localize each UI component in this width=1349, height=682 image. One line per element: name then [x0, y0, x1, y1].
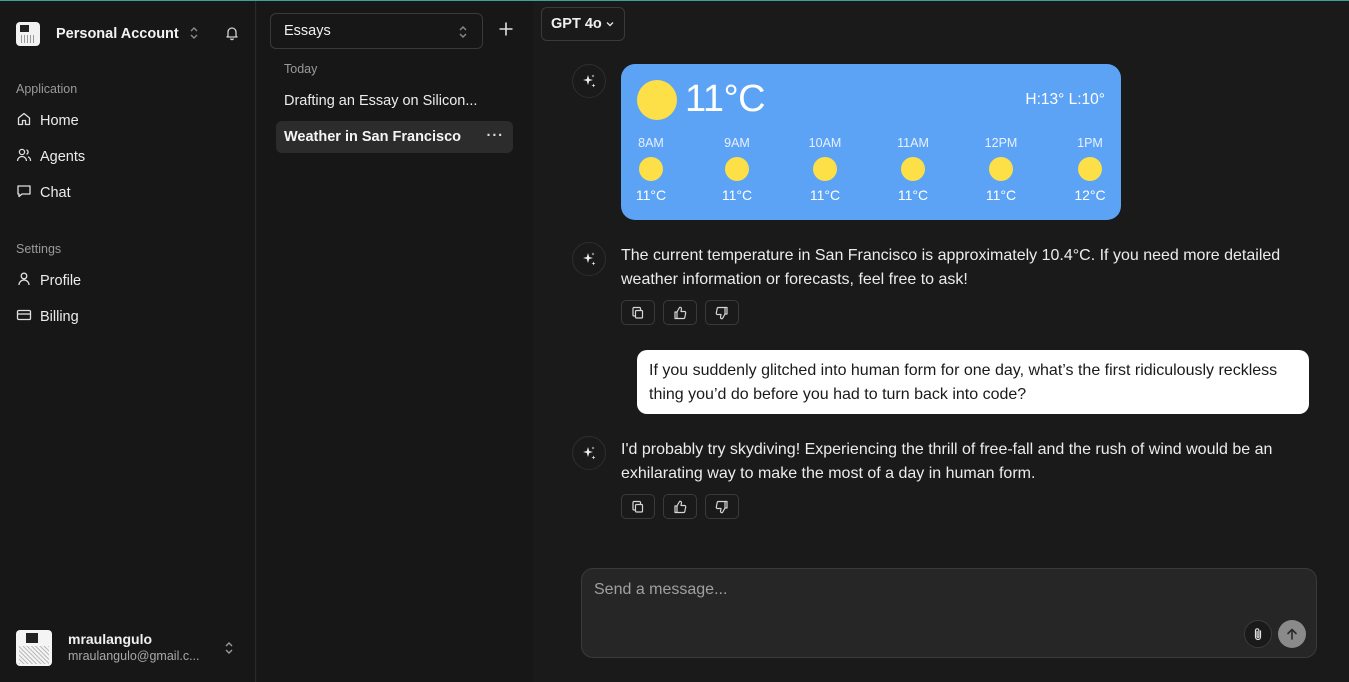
- hour-temp: 11°C: [897, 187, 929, 203]
- hour-temp: 11°C: [985, 187, 1017, 203]
- message-actions: [621, 300, 739, 325]
- model-selector[interactable]: GPT 4o: [541, 7, 625, 41]
- hour-temp: 11°C: [635, 187, 667, 203]
- hour-time: 12PM: [984, 136, 1018, 150]
- thumbs-down-icon: [715, 500, 728, 513]
- sidebar: Personal Account Application Home Agents…: [0, 1, 256, 682]
- weather-high-low: H:13° L:10°: [1025, 91, 1105, 108]
- sun-icon: [725, 157, 749, 181]
- home-icon: [16, 111, 40, 131]
- chevron-down-icon: [606, 22, 614, 27]
- sun-icon: [637, 80, 677, 120]
- sidebar-item-home[interactable]: Home: [16, 110, 240, 132]
- hour-time: 10AM: [808, 136, 842, 150]
- folder-select[interactable]: Essays: [270, 13, 483, 49]
- section-label-application: Application: [16, 82, 78, 96]
- assistant-sparkle-icon: [572, 436, 606, 470]
- hour-temp: 12°C: [1074, 187, 1106, 203]
- copy-button[interactable]: [621, 300, 655, 325]
- sidebar-item-label: Profile: [40, 273, 82, 289]
- chat-item-title: Drafting an Essay on Silicon...: [284, 93, 478, 109]
- attach-button[interactable]: [1244, 620, 1272, 648]
- sun-icon: [639, 157, 663, 181]
- weather-current-temp: 11°C: [685, 78, 766, 120]
- chevron-up-down-icon: [189, 26, 199, 43]
- avatar: [16, 630, 52, 666]
- assistant-sparkle-icon: [572, 64, 606, 98]
- assistant-sparkle-icon: [572, 242, 606, 276]
- hour-time: 11AM: [897, 136, 929, 150]
- hourly-forecast-item: 11AM 11°C: [888, 136, 938, 203]
- plus-icon: [499, 22, 513, 36]
- arrow-up-icon: [1287, 628, 1297, 640]
- hour-time: 9AM: [724, 136, 750, 150]
- sidebar-item-profile[interactable]: Profile: [16, 270, 240, 292]
- user-icon: [16, 271, 40, 291]
- chat-group-label: Today: [284, 62, 318, 76]
- paperclip-icon: [1254, 628, 1262, 641]
- hourly-forecast-item: 8AM 11°C: [626, 136, 676, 203]
- sidebar-item-label: Agents: [40, 149, 86, 165]
- new-chat-button[interactable]: [498, 21, 514, 42]
- copy-button[interactable]: [621, 494, 655, 519]
- copy-icon: [632, 500, 644, 513]
- chat-main: GPT 4o 11°C H:13° L:10° 8AM 11°C 9AM 11°…: [533, 1, 1349, 682]
- user-email: mraulangulo@gmail.c...: [68, 648, 200, 663]
- users-icon: [16, 147, 40, 167]
- thumbs-down-icon: [715, 306, 728, 319]
- account-switcher[interactable]: Personal Account: [16, 21, 240, 47]
- chat-list-panel: Essays Today Drafting an Essay on Silico…: [257, 1, 533, 682]
- bell-icon[interactable]: [224, 25, 240, 46]
- hourly-forecast-item: 9AM 11°C: [712, 136, 762, 203]
- hourly-forecast-item: 1PM 12°C: [1065, 136, 1115, 203]
- message-composer: [581, 568, 1317, 658]
- sidebar-item-agents[interactable]: Agents: [16, 146, 240, 168]
- user-menu[interactable]: mraulangulo mraulangulo@gmail.c...: [16, 630, 240, 666]
- sun-icon: [901, 157, 925, 181]
- sidebar-item-label: Billing: [40, 309, 79, 325]
- thumbs-down-button[interactable]: [705, 494, 739, 519]
- sidebar-item-label: Home: [40, 113, 79, 129]
- chevron-up-down-icon: [458, 25, 468, 43]
- thumbs-up-button[interactable]: [663, 300, 697, 325]
- sidebar-item-chat[interactable]: Chat: [16, 182, 240, 204]
- send-button[interactable]: [1278, 620, 1306, 648]
- model-label: GPT 4o: [551, 16, 602, 32]
- sun-icon: [813, 157, 837, 181]
- hourly-forecast-item: 12PM 11°C: [976, 136, 1026, 203]
- message-icon: [16, 183, 40, 203]
- chat-item-title: Weather in San Francisco: [284, 129, 462, 145]
- hour-temp: 11°C: [809, 187, 841, 203]
- user-message: If you suddenly glitched into human form…: [637, 350, 1309, 414]
- assistant-message: The current temperature in San Francisco…: [621, 247, 1281, 288]
- hour-time: 8AM: [638, 136, 664, 150]
- chat-item[interactable]: Drafting an Essay on Silicon...: [276, 85, 513, 117]
- assistant-message: I'd probably try skydiving! Experiencing…: [621, 441, 1273, 482]
- thumbs-up-icon: [674, 500, 687, 513]
- hourly-forecast-item: 10AM 11°C: [800, 136, 850, 203]
- thumbs-up-icon: [674, 306, 687, 319]
- more-options-icon[interactable]: ···: [487, 128, 505, 144]
- sun-icon: [1078, 157, 1102, 181]
- user-name: mraulangulo: [68, 631, 153, 648]
- message-actions: [621, 494, 739, 519]
- section-label-settings: Settings: [16, 242, 62, 256]
- thumbs-down-button[interactable]: [705, 300, 739, 325]
- account-logo: [16, 22, 40, 46]
- credit-card-icon: [16, 307, 40, 327]
- sidebar-item-label: Chat: [40, 185, 71, 201]
- chat-item-active[interactable]: Weather in San Francisco ···: [276, 121, 513, 153]
- folder-select-value: Essays: [284, 23, 331, 39]
- hour-time: 1PM: [1077, 136, 1103, 150]
- sidebar-item-billing[interactable]: Billing: [16, 306, 240, 328]
- hour-temp: 11°C: [721, 187, 753, 203]
- message-input[interactable]: [582, 569, 1316, 619]
- account-name: Personal Account: [56, 26, 179, 42]
- thumbs-up-button[interactable]: [663, 494, 697, 519]
- sun-icon: [989, 157, 1013, 181]
- copy-icon: [632, 306, 644, 319]
- weather-card: 11°C H:13° L:10° 8AM 11°C 9AM 11°C 10AM …: [621, 64, 1121, 220]
- chevron-up-down-icon: [224, 641, 234, 660]
